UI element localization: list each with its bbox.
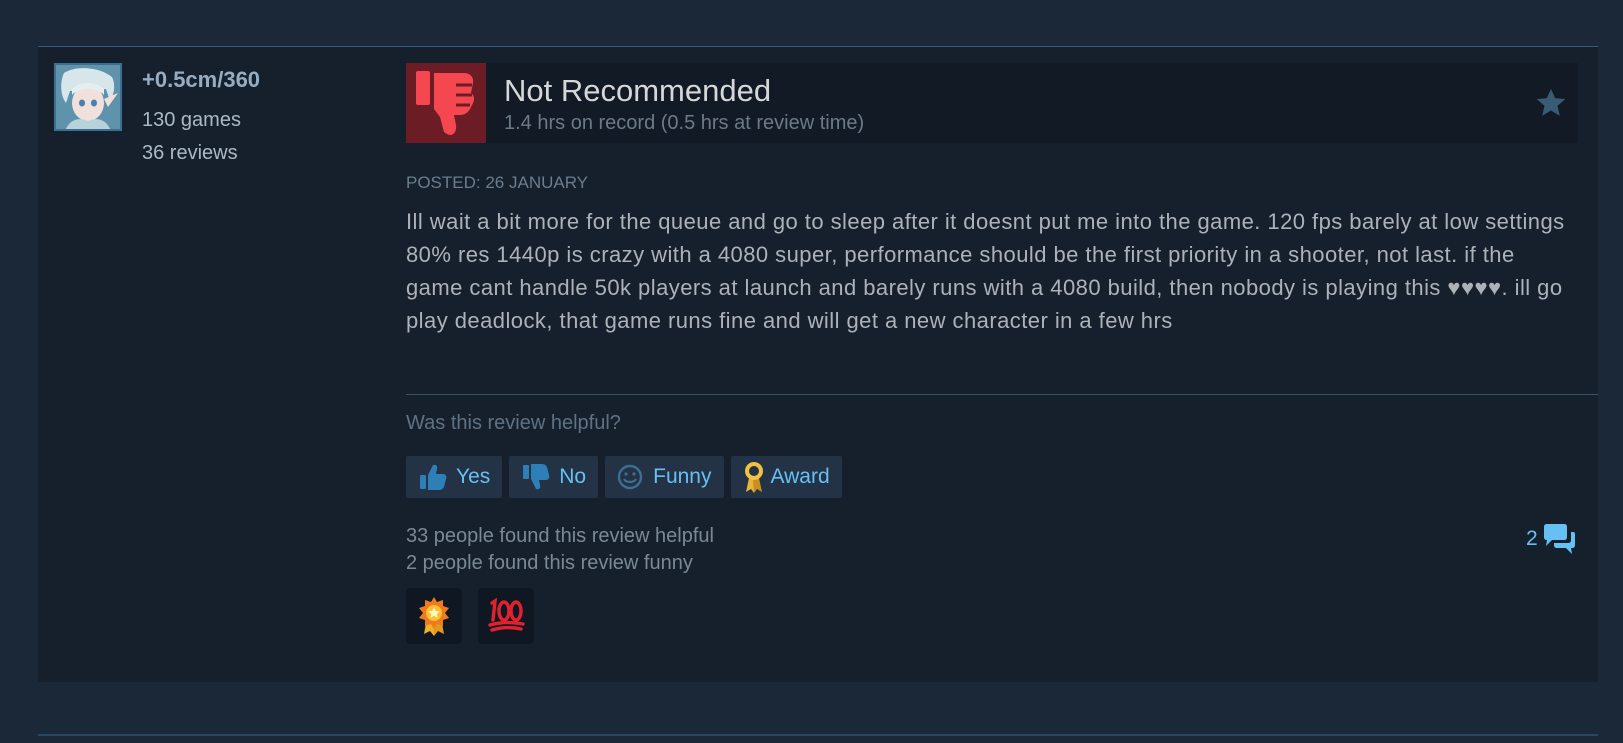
funny-button[interactable]: Funny [605,456,724,498]
award-medal-icon [419,597,449,636]
award-chip[interactable] [478,588,534,644]
comment-count: 2 [1526,527,1538,550]
review-card: +0.5cm/360 130 games 36 reviews Not Reco… [38,46,1598,682]
review-verdict[interactable]: Not Recommended [504,73,771,109]
review-text: Ill wait a bit more for the queue and go… [406,209,1565,333]
helpful-question: Was this review helpful? [406,412,621,434]
author-name[interactable]: +0.5cm/360 [142,67,260,93]
comments-link[interactable]: 2 [1526,523,1576,555]
no-label: No [559,465,587,488]
award-label: Award [770,465,830,488]
author-games-count[interactable]: 130 games [142,109,241,132]
award-chip[interactable] [406,588,462,644]
divider [38,734,1598,736]
funny-count: 2 people found this review funny [406,552,693,574]
yes-button[interactable]: Yes [406,456,503,498]
award-ribbon-icon [744,462,763,493]
vote-buttons: Yes No Funny Award [406,456,842,498]
no-button[interactable]: No [509,456,599,498]
helpful-count: 33 people found this review helpful [406,525,714,547]
thumbs-down-small-icon [523,464,550,490]
star-icon[interactable] [1534,86,1568,120]
divider [406,394,1598,395]
award-button[interactable]: Award [730,456,842,498]
thumbs-up-icon [420,464,447,490]
user-avatar[interactable] [54,63,122,131]
smiley-icon [617,464,643,490]
yes-label: Yes [456,465,491,488]
speech-bubble-icon [1543,524,1575,554]
hours-on-record: 1.4 hrs on record (0.5 hrs at review tim… [504,112,865,134]
funny-label: Funny [653,465,712,488]
posted-date: POSTED: 26 JANUARY [406,173,589,192]
author-reviews-count[interactable]: 36 reviews [142,142,238,165]
awards-row [406,588,534,644]
review-page: +0.5cm/360 130 games 36 reviews Not Reco… [0,0,1623,743]
hundred-points-icon [488,598,525,632]
thumbs-down-icon [406,63,486,143]
review-vote-header: Not Recommended 1.4 hrs on record (0.5 h… [406,63,1578,143]
